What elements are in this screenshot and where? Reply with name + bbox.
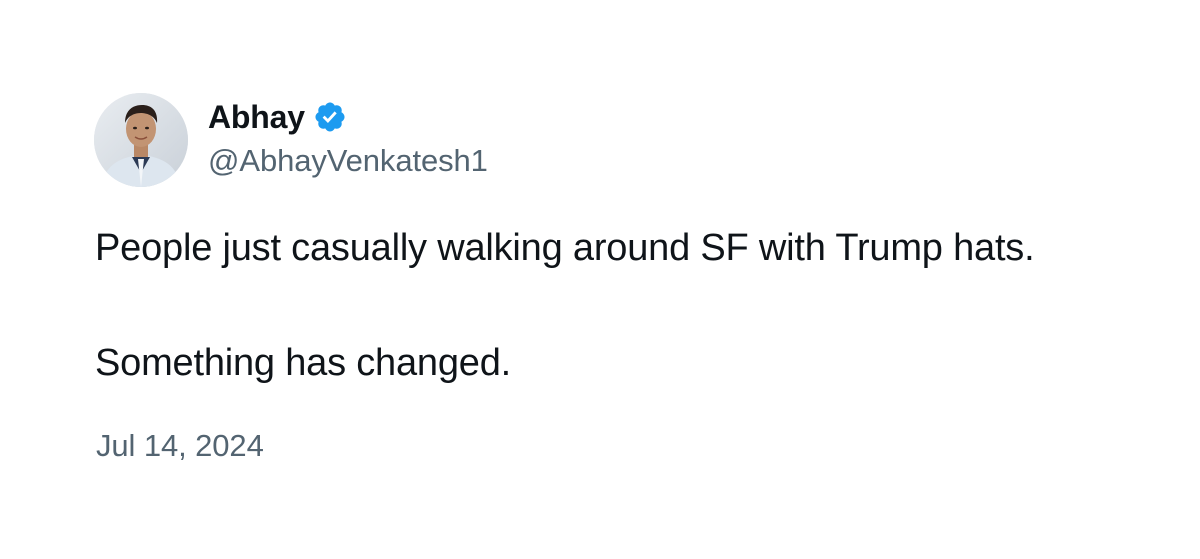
author-name-row: Abhay bbox=[208, 96, 347, 138]
author-handle[interactable]: @AbhayVenkatesh1 bbox=[208, 143, 488, 179]
tweet-text-line-2: Something has changed. bbox=[95, 342, 512, 384]
tweet-text-line-1: People just casually walking around SF w… bbox=[95, 227, 1035, 269]
display-name[interactable]: Abhay bbox=[208, 99, 305, 136]
verified-badge-icon[interactable] bbox=[313, 100, 347, 134]
tweet-timestamp[interactable]: Jul 14, 2024 bbox=[96, 428, 264, 464]
avatar[interactable] bbox=[94, 93, 188, 187]
tweet-card: Abhay @AbhayVenkatesh1 People just casua… bbox=[0, 0, 1200, 559]
profile-photo bbox=[94, 93, 188, 187]
